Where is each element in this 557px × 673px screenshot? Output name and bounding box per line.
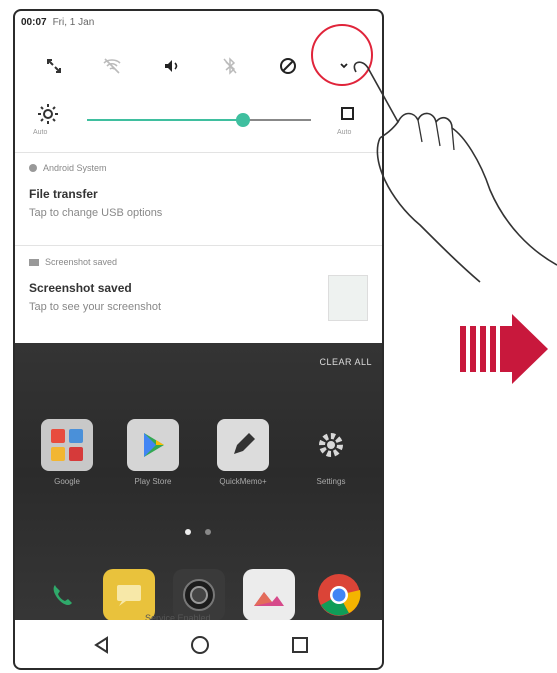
phone-screen: 00:07 Fri, 1 Jan Auto Auto Android Syste… <box>13 9 384 670</box>
bluetooth-off-icon <box>223 57 237 75</box>
gallery-icon <box>254 592 284 606</box>
status-bar: 00:07 Fri, 1 Jan <box>21 17 94 28</box>
wifi-off-icon <box>103 58 121 74</box>
notification-app-name: Screenshot saved <box>45 257 118 267</box>
brightness-label: Auto <box>33 129 48 136</box>
dock-chrome[interactable] <box>313 569 365 621</box>
notification-text: Tap to see your screenshot <box>29 301 162 313</box>
quick-setting-bluetooth[interactable] <box>213 51 247 81</box>
divider <box>15 245 382 246</box>
notification-app-name: Android System <box>43 163 107 173</box>
notification-card[interactable]: Screenshot saved Screenshot saved Tap to… <box>15 247 382 339</box>
rotate-icon <box>47 59 61 73</box>
quickmemo-icon <box>234 433 255 454</box>
settings-icon <box>319 433 343 457</box>
app-label: Google <box>54 477 80 486</box>
android-icon <box>29 164 37 172</box>
recents-button[interactable] <box>285 630 315 660</box>
google-folder-icon <box>51 429 83 461</box>
quick-setting-wifi[interactable] <box>95 51 129 81</box>
app-google-folder[interactable] <box>41 419 93 471</box>
app-quickmemo[interactable] <box>217 419 269 471</box>
play-store-icon <box>144 433 164 457</box>
app-label: Settings <box>316 477 346 486</box>
dnd-icon <box>280 58 296 74</box>
dock-gallery[interactable] <box>243 569 295 621</box>
clear-all-button[interactable]: CLEAR ALL <box>319 357 372 367</box>
slider-fill <box>87 119 243 121</box>
chrome-icon <box>318 574 361 616</box>
app-play-store[interactable] <box>127 419 179 471</box>
recents-icon <box>292 637 308 653</box>
page-indicator-dot <box>185 529 191 535</box>
brightness-row: Auto Auto <box>15 97 382 149</box>
app-label: QuickMemo+ <box>219 477 267 486</box>
notification-app: Android System <box>29 163 107 173</box>
quick-setting-rotation[interactable] <box>37 51 71 81</box>
slider-thumb[interactable] <box>236 113 250 127</box>
notification-title: Screenshot saved <box>29 281 132 295</box>
dock-phone[interactable] <box>37 569 89 621</box>
pointing-hand-icon <box>353 61 557 283</box>
image-icon <box>29 258 39 266</box>
phone-icon <box>53 585 72 605</box>
right-arrow-icon <box>460 314 548 384</box>
back-icon <box>94 636 108 654</box>
brightness-icon <box>38 104 58 124</box>
notification-text: Tap to change USB options <box>29 207 163 219</box>
status-time: 00:07 <box>21 17 47 28</box>
status-date: Fri, 1 Jan <box>52 17 95 28</box>
quick-setting-sound[interactable] <box>155 51 189 81</box>
page-indicator-dot <box>205 529 211 535</box>
home-icon <box>191 636 209 654</box>
notification-title: File transfer <box>29 187 98 201</box>
back-button[interactable] <box>87 630 117 660</box>
home-button[interactable] <box>185 630 215 660</box>
notification-app: Screenshot saved <box>29 257 117 267</box>
volume-icon <box>165 60 178 72</box>
notification-card[interactable]: Android System File transfer Tap to chan… <box>15 153 382 245</box>
home-screen: CLEAR ALL Google Play Store QuickMemo+ S… <box>15 343 382 668</box>
app-settings[interactable] <box>305 419 357 471</box>
navigation-bar <box>15 620 382 668</box>
app-label: Play Store <box>134 477 172 486</box>
brightness-slider[interactable] <box>87 113 311 127</box>
camera-icon <box>183 579 215 611</box>
messaging-icon <box>117 585 141 606</box>
